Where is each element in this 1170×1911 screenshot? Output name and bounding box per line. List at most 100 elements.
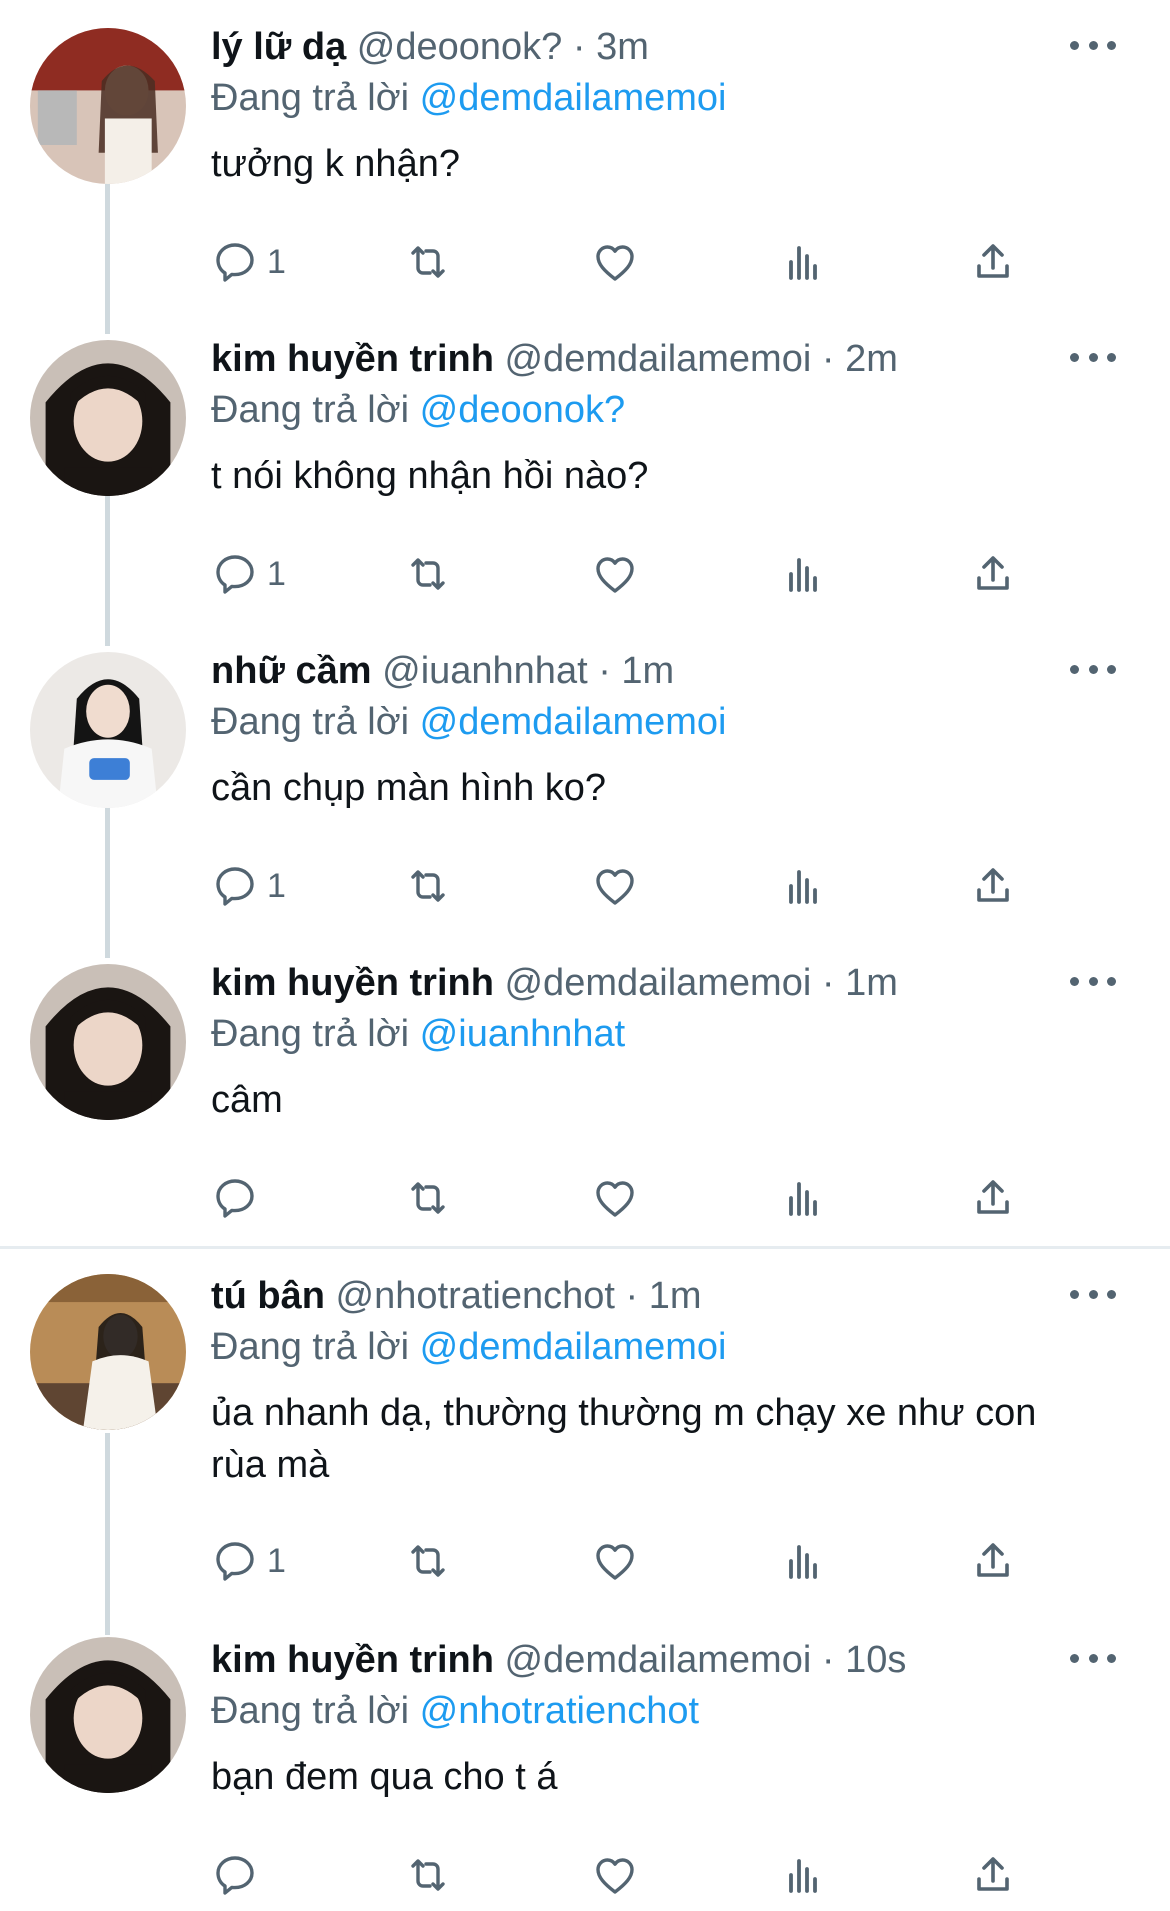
display-name[interactable]: nhữ cầm [211, 650, 372, 692]
display-name[interactable]: lý lữ dạ [211, 26, 346, 68]
tweet[interactable]: kim huyền trinh @demdailamemoi · 2m Đang… [0, 312, 1170, 624]
views-icon [789, 870, 817, 904]
tweet[interactable]: kim huyền trinh @demdailamemoi · 10s Đan… [0, 1613, 1170, 1911]
reply-button[interactable] [211, 1845, 267, 1905]
retweet-button[interactable] [404, 232, 452, 292]
retweet-icon [411, 1859, 445, 1891]
reply-mention[interactable]: @deoonok? [420, 389, 626, 431]
reply-prefix: Đang trả lời [211, 1690, 410, 1732]
reply-mention[interactable]: @iuanhnhat [420, 1013, 626, 1055]
username[interactable]: @demdailamemoi [504, 338, 811, 380]
action-bar [211, 1845, 1041, 1905]
share-button[interactable] [969, 856, 1017, 916]
share-button[interactable] [969, 232, 1017, 292]
avatar[interactable] [30, 1274, 186, 1430]
retweet-button[interactable] [404, 544, 452, 604]
share-icon [977, 244, 1009, 278]
avatar[interactable] [30, 964, 186, 1120]
share-button[interactable] [969, 1845, 1017, 1905]
username[interactable]: @nhotratienchot [336, 1275, 615, 1317]
tweet[interactable]: tú bân @nhotratienchot · 1m Đang trả lời… [0, 1249, 1170, 1613]
views-icon [789, 1859, 817, 1893]
display-name[interactable]: kim huyền trinh [211, 338, 494, 380]
retweet-button[interactable] [404, 1845, 452, 1905]
display-name[interactable]: kim huyền trinh [211, 1639, 494, 1681]
views-icon [789, 1182, 817, 1216]
more-options-icon[interactable] [1070, 1651, 1116, 1665]
like-button[interactable] [591, 544, 639, 604]
more-options-icon[interactable] [1070, 974, 1116, 988]
retweet-icon [411, 1545, 445, 1577]
retweet-icon [411, 558, 445, 590]
retweet-icon [411, 246, 445, 278]
reply-prefix: Đang trả lời [211, 389, 410, 431]
tweet-text: cần chụp màn hình ko? [211, 767, 607, 809]
reply-icon [216, 1179, 254, 1218]
reply-mention[interactable]: @demdailamemoi [420, 1326, 727, 1368]
tweet[interactable]: nhữ cầm @iuanhnhat · 1m Đang trả lời @de… [0, 624, 1170, 936]
display-name[interactable]: kim huyền trinh [211, 962, 494, 1004]
views-button[interactable] [779, 232, 827, 292]
avatar[interactable] [30, 1637, 186, 1793]
avatar[interactable] [30, 340, 186, 496]
retweet-button[interactable] [404, 1531, 452, 1591]
more-options-icon[interactable] [1070, 662, 1116, 676]
display-name[interactable]: tú bân [211, 1275, 325, 1317]
views-button[interactable] [779, 544, 827, 604]
reply-prefix: Đang trả lời [211, 1326, 410, 1368]
username[interactable]: @demdailamemoi [504, 962, 811, 1004]
like-button[interactable] [591, 856, 639, 916]
reply-count: 1 [267, 1541, 286, 1580]
avatar[interactable] [30, 28, 186, 184]
more-options-icon[interactable] [1070, 38, 1116, 52]
share-button[interactable] [969, 544, 1017, 604]
reply-button[interactable]: 1 [211, 856, 286, 916]
share-icon [977, 1180, 1009, 1214]
views-icon [789, 558, 817, 592]
tweet[interactable]: lý lữ dạ @deoonok? · 3m Đang trả lời @de… [0, 0, 1170, 312]
reply-prefix: Đang trả lời [211, 1013, 410, 1055]
heart-icon [596, 1544, 634, 1580]
tweet[interactable]: kim huyền trinh @demdailamemoi · 1m Đang… [0, 936, 1170, 1248]
reply-icon [216, 243, 254, 282]
reply-mention[interactable]: @nhotratienchot [420, 1690, 699, 1732]
reply-button[interactable] [211, 1168, 267, 1228]
username[interactable]: @demdailamemoi [504, 1639, 811, 1681]
share-button[interactable] [969, 1531, 1017, 1591]
views-button[interactable] [779, 856, 827, 916]
timestamp[interactable]: · 2m [822, 338, 898, 380]
share-icon [977, 1857, 1009, 1891]
views-button[interactable] [779, 1845, 827, 1905]
views-button[interactable] [779, 1168, 827, 1228]
like-button[interactable] [591, 1531, 639, 1591]
timestamp[interactable]: · 1m [822, 962, 898, 1004]
timestamp[interactable]: · 10s [822, 1639, 906, 1681]
retweet-button[interactable] [404, 856, 452, 916]
tweet-text: ủa nhanh dạ, thường thường m chạy xe như… [211, 1392, 1037, 1486]
avatar[interactable] [30, 652, 186, 808]
like-button[interactable] [591, 232, 639, 292]
retweet-icon [411, 870, 445, 902]
more-options-icon[interactable] [1070, 1287, 1116, 1301]
reply-prefix: Đang trả lời [211, 701, 410, 743]
like-button[interactable] [591, 1168, 639, 1228]
reply-button[interactable]: 1 [211, 1531, 286, 1591]
reply-count: 1 [267, 554, 286, 593]
reply-mention[interactable]: @demdailamemoi [420, 701, 727, 743]
retweet-button[interactable] [404, 1168, 452, 1228]
action-bar: 1 [211, 232, 1041, 292]
username[interactable]: @deoonok? [357, 26, 563, 68]
views-icon [789, 1545, 817, 1579]
timestamp[interactable]: · 1m [626, 1275, 702, 1317]
username[interactable]: @iuanhnhat [382, 650, 588, 692]
reply-button[interactable]: 1 [211, 544, 286, 604]
views-button[interactable] [779, 1531, 827, 1591]
heart-icon [596, 869, 634, 905]
timestamp[interactable]: · 3m [573, 26, 649, 68]
timestamp[interactable]: · 1m [598, 650, 674, 692]
reply-button[interactable]: 1 [211, 232, 286, 292]
like-button[interactable] [591, 1845, 639, 1905]
share-button[interactable] [969, 1168, 1017, 1228]
more-options-icon[interactable] [1070, 350, 1116, 364]
reply-mention[interactable]: @demdailamemoi [420, 77, 727, 119]
